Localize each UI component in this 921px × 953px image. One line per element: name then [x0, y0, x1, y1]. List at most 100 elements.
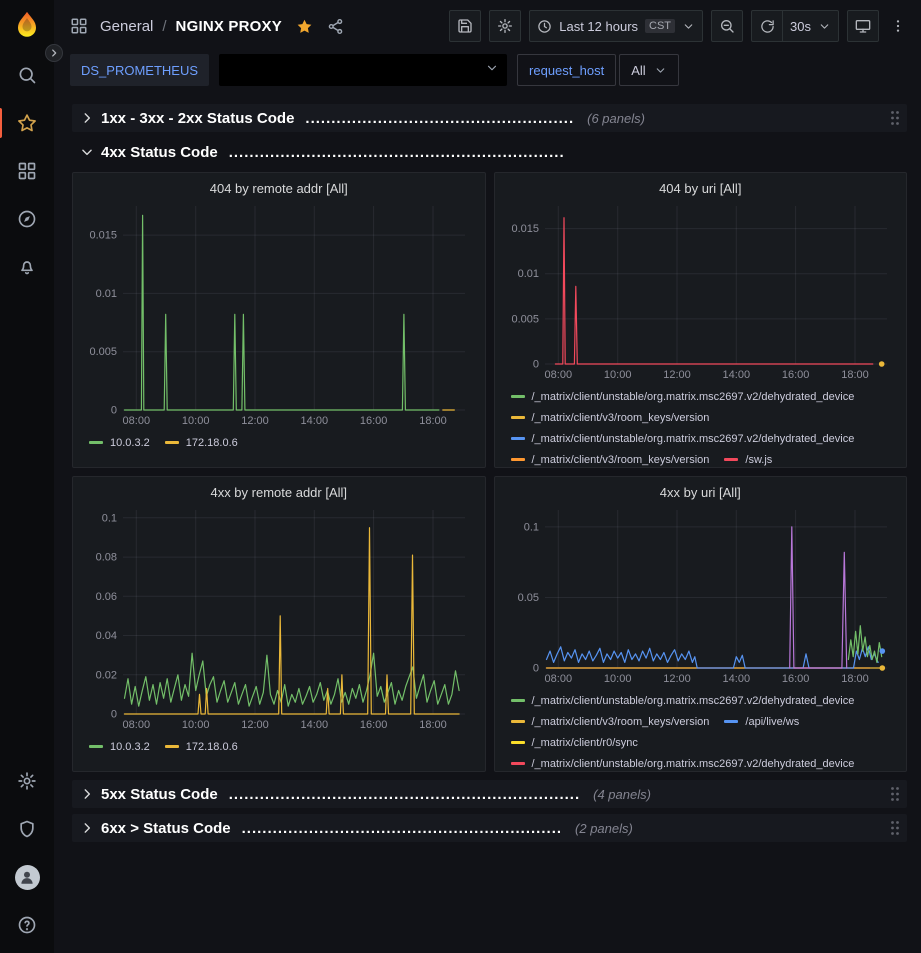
- row-1xx-3xx-2xx[interactable]: 1xx - 3xx - 2xx Status Code ............…: [72, 104, 907, 132]
- grafana-app: General / NGINX PROXY: [0, 0, 921, 953]
- variable-label-request-host[interactable]: request_host: [517, 54, 616, 86]
- refresh-button[interactable]: [751, 10, 783, 42]
- legend-series-label: /_matrix/client/v3/room_keys/version: [532, 716, 710, 728]
- row-title: 5xx Status Code: [101, 786, 218, 803]
- chevron-right-icon: [80, 821, 94, 835]
- variable-value-request-host[interactable]: All: [619, 54, 678, 86]
- panel-title[interactable]: 4xx by remote addr [All]: [83, 483, 475, 504]
- timeseries-chart[interactable]: 08:0010:0012:0014:0016:0018:0000.020.040…: [83, 504, 475, 732]
- row-leader-dots: ........................................…: [229, 786, 580, 803]
- legend-series-label: /_matrix/client/unstable/org.matrix.msc2…: [532, 695, 855, 707]
- panel-title[interactable]: 4xx by uri [All]: [505, 483, 897, 504]
- variable-label-ds-prometheus[interactable]: DS_PROMETHEUS: [70, 54, 209, 86]
- legend-item[interactable]: /api/live/ws: [724, 716, 799, 728]
- row-5xx[interactable]: 5xx Status Code ........................…: [72, 780, 907, 808]
- share-icon[interactable]: [327, 18, 344, 35]
- sidebar-item-server-admin[interactable]: [0, 805, 54, 853]
- svg-text:16:00: 16:00: [360, 719, 388, 731]
- legend-series-label: 172.18.0.6: [186, 741, 238, 753]
- legend-item[interactable]: 172.18.0.6: [165, 741, 238, 753]
- more-options-kebab-button[interactable]: [887, 10, 909, 42]
- svg-text:12:00: 12:00: [241, 719, 269, 731]
- legend-series-label: /_matrix/client/unstable/org.matrix.msc2…: [532, 391, 855, 403]
- svg-text:16:00: 16:00: [781, 673, 809, 685]
- sidebar-nav-bottom: [0, 757, 54, 949]
- svg-text:0.01: 0.01: [96, 288, 117, 300]
- legend-series-color: [89, 745, 103, 748]
- tv-kiosk-mode-button[interactable]: [847, 10, 879, 42]
- breadcrumb-section[interactable]: General: [100, 18, 153, 35]
- sidebar-item-dashboards[interactable]: [0, 147, 54, 195]
- panel-title[interactable]: 404 by uri [All]: [505, 179, 897, 200]
- chart-legend: 10.0.3.2 172.18.0.6: [83, 428, 475, 453]
- grafana-logo[interactable]: [12, 10, 42, 45]
- timeseries-chart[interactable]: 08:0010:0012:0014:0016:0018:0000.050.1: [505, 504, 897, 686]
- row-panel-count: (4 panels): [593, 787, 651, 802]
- row-4xx[interactable]: 4xx Status Code ........................…: [72, 138, 907, 166]
- refresh-interval-dropdown[interactable]: 30s: [783, 10, 839, 42]
- time-range-picker[interactable]: Last 12 hours CST: [529, 10, 703, 42]
- legend-item[interactable]: /_matrix/client/unstable/org.matrix.msc2…: [511, 695, 855, 707]
- legend-item[interactable]: 10.0.3.2: [89, 741, 150, 753]
- row-leader-dots: ........................................…: [229, 144, 565, 161]
- sidebar-item-starred[interactable]: [0, 99, 54, 147]
- row-drag-handle[interactable]: [889, 110, 901, 127]
- legend-item[interactable]: /_matrix/client/unstable/org.matrix.msc2…: [511, 391, 855, 403]
- favorite-star-icon[interactable]: [296, 18, 313, 35]
- row-leader-dots: ........................................…: [242, 820, 562, 837]
- dashboard-header: General / NGINX PROXY: [54, 0, 921, 52]
- panel-title[interactable]: 404 by remote addr [All]: [83, 179, 475, 200]
- sidebar-item-alerting[interactable]: [0, 243, 54, 291]
- svg-text:18:00: 18:00: [419, 415, 447, 427]
- svg-text:16:00: 16:00: [360, 415, 388, 427]
- sidebar-item-search[interactable]: [0, 51, 54, 99]
- clock-icon: [537, 19, 552, 34]
- chevron-down-icon: [682, 20, 695, 33]
- variables-bar: DS_PROMETHEUS request_host All: [54, 52, 921, 94]
- legend-item[interactable]: /_matrix/client/unstable/org.matrix.msc2…: [511, 758, 855, 770]
- shield-icon: [17, 819, 37, 839]
- svg-text:10:00: 10:00: [603, 673, 631, 685]
- svg-text:0: 0: [111, 709, 117, 721]
- row-drag-handle[interactable]: [889, 786, 901, 803]
- svg-text:12:00: 12:00: [241, 415, 269, 427]
- legend-series-label: /_matrix/client/unstable/org.matrix.msc2…: [532, 433, 855, 445]
- svg-text:0.05: 0.05: [517, 592, 538, 604]
- legend-item[interactable]: /_matrix/client/v3/room_keys/version: [511, 454, 710, 466]
- legend-item[interactable]: 172.18.0.6: [165, 437, 238, 449]
- svg-text:0: 0: [532, 359, 538, 371]
- datasource-select[interactable]: [219, 54, 507, 86]
- bell-icon: [17, 257, 37, 277]
- svg-text:0.1: 0.1: [523, 521, 538, 533]
- legend-item[interactable]: /_matrix/client/v3/room_keys/version: [511, 412, 710, 424]
- svg-text:0.01: 0.01: [517, 268, 538, 280]
- svg-text:0.015: 0.015: [511, 223, 539, 235]
- timeseries-chart[interactable]: 08:0010:0012:0014:0016:0018:0000.0050.01…: [505, 200, 897, 382]
- row-drag-handle[interactable]: [889, 820, 901, 837]
- svg-text:0: 0: [111, 405, 117, 417]
- legend-item[interactable]: 10.0.3.2: [89, 437, 150, 449]
- sidebar-item-help[interactable]: [0, 901, 54, 949]
- sidebar-item-explore[interactable]: [0, 195, 54, 243]
- dashboard-settings-button[interactable]: [489, 10, 521, 42]
- svg-text:0.005: 0.005: [89, 346, 117, 358]
- svg-text:18:00: 18:00: [841, 369, 869, 381]
- legend-item[interactable]: /sw.js: [724, 454, 772, 466]
- timeseries-chart[interactable]: 08:0010:0012:0014:0016:0018:0000.0050.01…: [83, 200, 475, 428]
- sidebar-item-profile[interactable]: [0, 853, 54, 901]
- legend-series-label: /_matrix/client/v3/room_keys/version: [532, 412, 710, 424]
- svg-text:0: 0: [532, 663, 538, 675]
- legend-item[interactable]: /_matrix/client/unstable/org.matrix.msc2…: [511, 433, 855, 445]
- legend-item[interactable]: /_matrix/client/v3/room_keys/version: [511, 716, 710, 728]
- svg-text:0.06: 0.06: [96, 591, 117, 603]
- legend-series-color: [511, 395, 525, 398]
- row-6xx[interactable]: 6xx > Status Code ......................…: [72, 814, 907, 842]
- panel-grid: 404 by remote addr [All] 08:0010:0012:00…: [72, 172, 907, 772]
- sidebar-item-configuration[interactable]: [0, 757, 54, 805]
- legend-item[interactable]: /_matrix/client/r0/sync: [511, 737, 638, 749]
- help-circle-icon: [17, 915, 37, 935]
- legend-series-color: [511, 458, 525, 461]
- legend-series-color: [511, 741, 525, 744]
- save-dashboard-button[interactable]: [449, 10, 481, 42]
- zoom-out-time-button[interactable]: [711, 10, 743, 42]
